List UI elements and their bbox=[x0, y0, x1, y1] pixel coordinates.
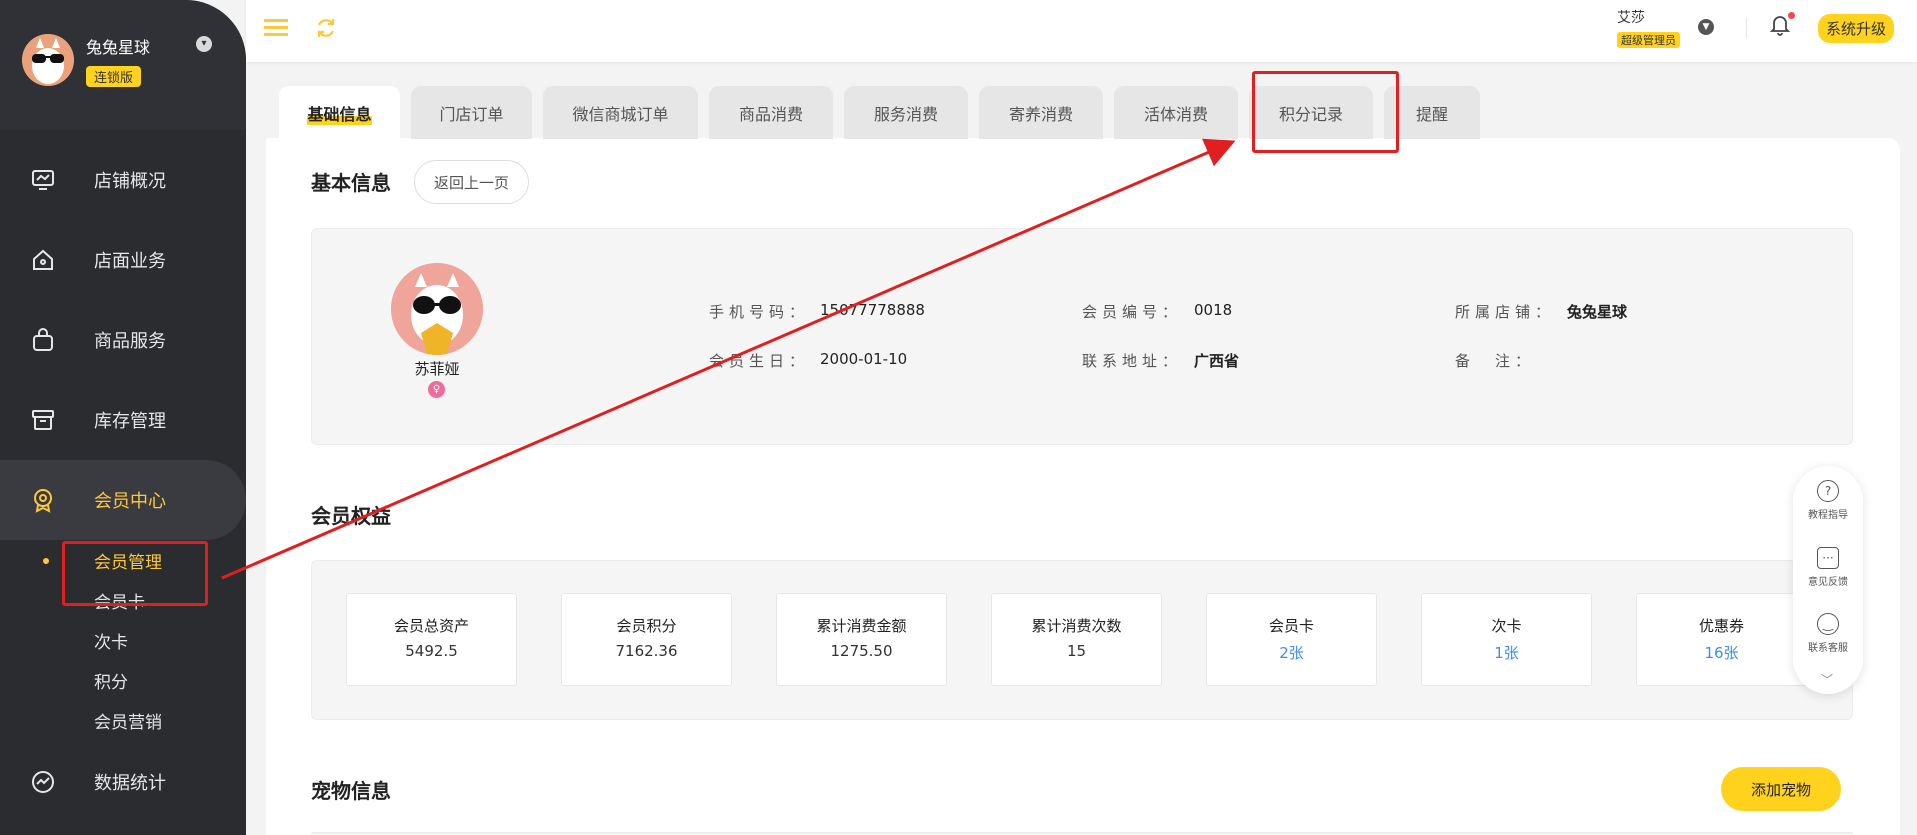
chat-bubble-icon: ··· bbox=[1817, 547, 1839, 569]
tab-wechat-mall-orders[interactable]: 微信商城订单 bbox=[543, 86, 698, 139]
birthday-value: 2000-01-10 bbox=[820, 350, 908, 368]
chevron-down-icon[interactable]: ▾ bbox=[196, 36, 212, 52]
help-item-tutorial[interactable]: ? 教程指导 bbox=[1793, 480, 1863, 521]
divider bbox=[311, 832, 1853, 834]
address-label: 联系地址： bbox=[1082, 352, 1183, 370]
help-widget: ? 教程指导 ··· 意见反馈 ‿ 联系客服 ﹀ bbox=[1793, 466, 1863, 694]
store-label: 所属店铺： bbox=[1455, 303, 1556, 321]
benefit-value: 1275.50 bbox=[830, 642, 893, 660]
sidebar-item-label: 会员中心 bbox=[94, 491, 166, 512]
benefit-link-value[interactable]: 2张 bbox=[1207, 642, 1376, 663]
sidebar-item-label: 店铺概况 bbox=[94, 171, 166, 192]
sidebar-item-member-center[interactable]: 会员中心 bbox=[0, 460, 246, 540]
brand-avatar[interactable] bbox=[22, 34, 74, 86]
store-value: 兔兔星球 bbox=[1567, 303, 1628, 321]
benefit-card-total-assets: 会员总资产 5492.5 bbox=[346, 593, 517, 686]
benefit-card-total-spend: 累计消费金额 1275.50 bbox=[776, 593, 947, 686]
menu-toggle-icon[interactable] bbox=[264, 18, 288, 38]
divider bbox=[1746, 18, 1747, 38]
annotation-highlight-points-tab bbox=[1252, 71, 1399, 153]
benefit-card-coupons[interactable]: 优惠券 16张 bbox=[1636, 593, 1807, 686]
birthday-label: 会员生日： bbox=[709, 352, 810, 370]
member-info-panel bbox=[311, 228, 1853, 445]
sidebar-item-store-business[interactable]: 店面业务 bbox=[0, 220, 246, 300]
benefit-label: 会员卡 bbox=[1268, 617, 1314, 635]
sidebar-item-goods-services[interactable]: 商品服务 bbox=[0, 300, 246, 380]
benefit-label: 累计消费次数 bbox=[1031, 617, 1122, 635]
tab-goods-consumption[interactable]: 商品消费 bbox=[709, 86, 833, 139]
tab-basic-info[interactable]: 基础信息 bbox=[279, 86, 400, 139]
benefit-link-value[interactable]: 16张 bbox=[1637, 642, 1806, 663]
submenu-item-times-card[interactable]: 次卡 bbox=[94, 620, 246, 660]
shopping-bag-icon bbox=[28, 325, 58, 355]
smile-icon: ‿ bbox=[1817, 613, 1839, 635]
benefit-card-times-cards[interactable]: 次卡 1张 bbox=[1421, 593, 1592, 686]
edition-badge: 连锁版 bbox=[86, 66, 142, 87]
system-upgrade-button[interactable]: 系统升级 bbox=[1818, 14, 1895, 43]
sidebar: 兔兔星球 连锁版 ▾ 店铺概况 店面业务 商品服务 库存管理 会员中心 会员管理… bbox=[0, 0, 246, 835]
phone-label: 手机号码： bbox=[709, 303, 810, 321]
benefit-card-points: 会员积分 7162.36 bbox=[561, 593, 732, 686]
help-item-label: 意见反馈 bbox=[1808, 577, 1848, 588]
tab-live-animal-consumption[interactable]: 活体消费 bbox=[1114, 86, 1238, 139]
brand-name: 兔兔星球 bbox=[86, 38, 151, 57]
tab-boarding-consumption[interactable]: 寄养消费 bbox=[979, 86, 1103, 139]
benefit-card-visit-count: 累计消费次数 15 bbox=[991, 593, 1162, 686]
sidebar-item-statistics[interactable]: 数据统计 bbox=[0, 742, 246, 822]
top-bar: 艾莎 超级管理员 ▼ 系统升级 bbox=[246, 0, 1917, 62]
sidebar-item-inventory[interactable]: 库存管理 bbox=[0, 380, 246, 460]
benefit-link-value[interactable]: 1张 bbox=[1422, 642, 1591, 663]
tab-service-consumption[interactable]: 服务消费 bbox=[844, 86, 968, 139]
benefit-value: 7162.36 bbox=[615, 642, 678, 660]
member-avatar bbox=[391, 263, 483, 355]
chevron-down-icon[interactable]: ﹀ bbox=[1821, 671, 1833, 688]
basic-info-title: 基本信息 bbox=[311, 171, 391, 195]
refresh-icon[interactable] bbox=[314, 16, 338, 40]
user-role-badge: 超级管理员 bbox=[1617, 32, 1680, 48]
monitor-icon bbox=[28, 165, 58, 195]
sidebar-menu: 店铺概况 店面业务 商品服务 库存管理 会员中心 会员管理 会员卡 次卡 积分 … bbox=[0, 140, 246, 822]
sidebar-item-label: 店面业务 bbox=[94, 251, 166, 272]
tab-store-orders[interactable]: 门店订单 bbox=[411, 86, 532, 139]
sidebar-item-label: 商品服务 bbox=[94, 331, 166, 352]
annotation-highlight-member-management bbox=[62, 541, 208, 606]
benefit-label: 会员总资产 bbox=[393, 617, 469, 635]
user-name[interactable]: 艾莎 bbox=[1617, 7, 1645, 27]
address-value: 广西省 bbox=[1194, 352, 1240, 370]
help-item-feedback[interactable]: ··· 意见反馈 bbox=[1793, 547, 1863, 588]
female-gender-icon: ♀ bbox=[428, 381, 445, 398]
phone-value: 15077778888 bbox=[820, 301, 925, 319]
benefit-card-member-cards[interactable]: 会员卡 2张 bbox=[1206, 593, 1377, 686]
archive-box-icon bbox=[28, 405, 58, 435]
back-button[interactable]: 返回上一页 bbox=[414, 160, 529, 204]
member-no-label: 会员编号： bbox=[1082, 303, 1183, 321]
bell-icon[interactable] bbox=[1769, 14, 1791, 36]
chart-icon bbox=[28, 767, 58, 797]
question-icon: ? bbox=[1817, 480, 1839, 502]
chevron-down-icon[interactable]: ▼ bbox=[1698, 19, 1714, 35]
help-item-label: 教程指导 bbox=[1808, 510, 1848, 521]
benefit-label: 累计消费金额 bbox=[816, 617, 907, 635]
notification-dot bbox=[1788, 12, 1795, 19]
benefit-label: 次卡 bbox=[1491, 617, 1522, 635]
sidebar-item-label: 数据统计 bbox=[94, 773, 166, 794]
sidebar-item-store-overview[interactable]: 店铺概况 bbox=[0, 140, 246, 220]
note-label: 备 注： bbox=[1455, 352, 1536, 370]
benefit-value: 5492.5 bbox=[405, 642, 458, 660]
member-badge-icon bbox=[28, 485, 58, 515]
benefit-label: 会员积分 bbox=[616, 617, 677, 635]
home-icon bbox=[28, 245, 58, 275]
help-item-customer-service[interactable]: ‿ 联系客服 bbox=[1793, 613, 1863, 654]
benefits-title: 会员权益 bbox=[311, 504, 391, 528]
member-name: 苏菲娅 bbox=[414, 360, 460, 378]
sidebar-item-label: 库存管理 bbox=[94, 411, 166, 432]
member-no-value: 0018 bbox=[1194, 301, 1233, 319]
pets-title: 宠物信息 bbox=[311, 779, 391, 803]
help-item-label: 联系客服 bbox=[1808, 643, 1848, 654]
add-pet-button[interactable]: 添加宠物 bbox=[1721, 767, 1841, 811]
benefit-value: 15 bbox=[1066, 642, 1087, 660]
submenu-item-points[interactable]: 积分 bbox=[94, 660, 246, 700]
benefit-label: 优惠券 bbox=[1698, 617, 1744, 635]
submenu-item-member-marketing[interactable]: 会员营销 bbox=[94, 700, 246, 740]
